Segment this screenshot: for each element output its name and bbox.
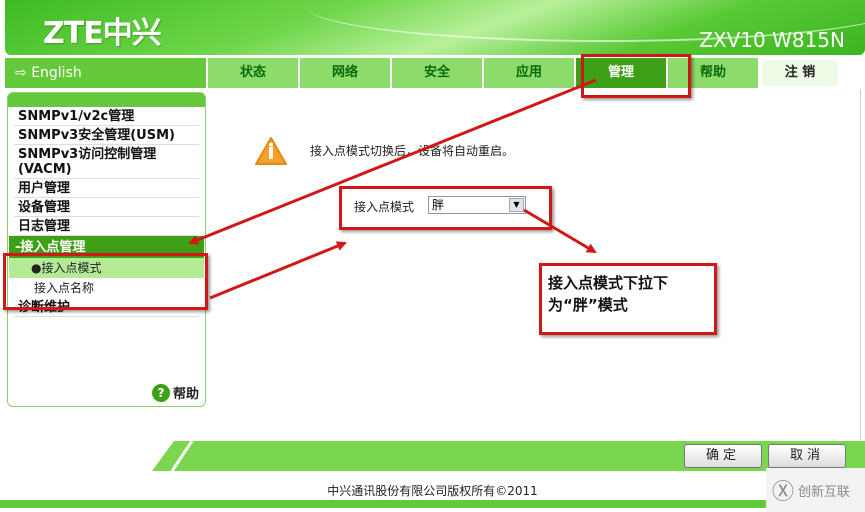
- content-border: [860, 90, 861, 440]
- annotation-box-select: [339, 186, 552, 230]
- language-switch[interactable]: ⇨ English: [5, 58, 206, 88]
- language-label: English: [31, 65, 82, 81]
- cancel-button[interactable]: 取消: [768, 444, 846, 468]
- question-icon: ?: [151, 383, 170, 402]
- top-nav: ⇨ English 状态 网络 安全 应用 管理 帮助 注 销: [5, 58, 863, 88]
- sidebar-item-device-mgmt[interactable]: 设备管理: [14, 198, 199, 217]
- sidebar-help[interactable]: ? 帮助: [151, 383, 199, 402]
- warning-message: 接入点模式切换后，设备将自动重启。: [310, 144, 515, 158]
- watermark-logo-icon: Ⓧ: [772, 480, 795, 505]
- annotation-box-management-tab: [581, 54, 691, 98]
- tab-network[interactable]: 网络: [300, 58, 390, 88]
- sidebar-item-log-mgmt[interactable]: 日志管理: [14, 217, 199, 236]
- tab-application[interactable]: 应用: [484, 58, 574, 88]
- device-model: ZXV10 W815N: [699, 28, 845, 52]
- logout-button[interactable]: 注 销: [762, 60, 838, 86]
- tab-status[interactable]: 状态: [208, 58, 298, 88]
- tab-security[interactable]: 安全: [392, 58, 482, 88]
- zte-logo: ZTE中兴: [43, 16, 162, 51]
- annotation-note: 接入点模式下拉下为“胖”模式: [539, 263, 717, 335]
- bottom-bar: [0, 500, 770, 508]
- watermark: Ⓧ 创新互联: [766, 468, 865, 512]
- sidebar-item-snmpv1[interactable]: SNMPv1/v2c管理: [14, 107, 199, 126]
- ok-button[interactable]: 确定: [684, 444, 762, 468]
- warning-icon: [255, 137, 287, 169]
- help-label: 帮助: [172, 387, 199, 402]
- sidebar-header: [8, 93, 205, 107]
- annotation-box-sidebar-ap-mode: [3, 253, 208, 310]
- sidebar-item-snmpv3-usm[interactable]: SNMPv3安全管理(USM): [14, 126, 199, 145]
- sidebar-item-user-mgmt[interactable]: 用户管理: [14, 179, 199, 198]
- copyright-text: 中兴通讯股份有限公司版权所有©2011: [327, 484, 538, 498]
- arrow-sidebar-to-select: [209, 241, 347, 300]
- sidebar-item-snmpv3-vacm[interactable]: SNMPv3访问控制管理(VACM): [14, 145, 199, 179]
- watermark-text: 创新互联: [798, 484, 851, 500]
- arrow-right-icon: ⇨: [15, 65, 32, 81]
- sidebar: SNMPv1/v2c管理 SNMPv3安全管理(USM) SNMPv3访问控制管…: [7, 92, 206, 407]
- header-banner: ZTE中兴 ZXV10 W815N: [5, 0, 865, 55]
